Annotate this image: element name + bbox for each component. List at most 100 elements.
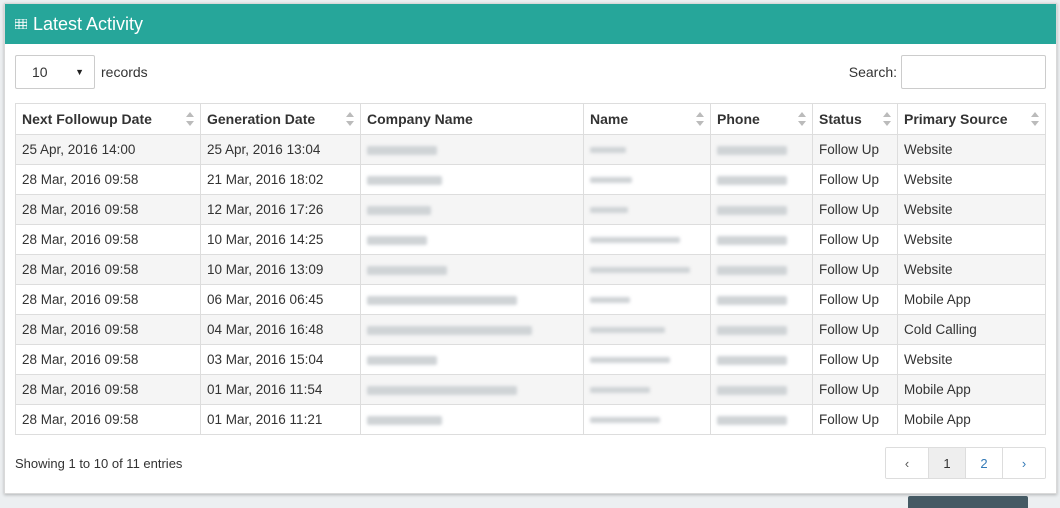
bottom-toolbar-edge bbox=[908, 496, 1028, 508]
pagination-previous-button[interactable]: ‹ bbox=[886, 448, 928, 478]
table-row[interactable]: 28 Mar, 2016 09:58 06 Mar, 2016 06:45 Fo… bbox=[15, 284, 1046, 315]
generation-date-cell: 21 Mar, 2016 18:02 bbox=[200, 164, 361, 195]
column-header-name[interactable]: Name bbox=[583, 103, 711, 135]
phone-cell-redacted bbox=[710, 404, 813, 435]
phone-cell-redacted bbox=[710, 194, 813, 225]
company-name-cell-redacted bbox=[360, 314, 584, 345]
next-followup-cell: 28 Mar, 2016 09:58 bbox=[15, 224, 201, 255]
primary-source-cell: Mobile App bbox=[897, 284, 1046, 315]
name-cell-redacted bbox=[583, 404, 711, 435]
table-row[interactable]: 28 Mar, 2016 09:58 04 Mar, 2016 16:48 Fo… bbox=[15, 314, 1046, 345]
search-control: Search: bbox=[849, 55, 1046, 89]
sort-icon bbox=[186, 112, 194, 126]
status-cell: Follow Up bbox=[812, 314, 898, 345]
search-input[interactable] bbox=[901, 55, 1046, 89]
name-cell-redacted bbox=[583, 164, 711, 195]
pagination-page-2[interactable]: 2 bbox=[965, 448, 1002, 478]
name-cell-redacted bbox=[583, 224, 711, 255]
sort-icon bbox=[696, 112, 704, 126]
name-cell-redacted bbox=[583, 284, 711, 315]
records-label: records bbox=[101, 64, 148, 80]
generation-date-cell: 25 Apr, 2016 13:04 bbox=[200, 134, 361, 165]
table-row[interactable]: 28 Mar, 2016 09:58 10 Mar, 2016 14:25 Fo… bbox=[15, 224, 1046, 255]
company-name-cell-redacted bbox=[360, 134, 584, 165]
entries-info: Showing 1 to 10 of 11 entries bbox=[15, 455, 183, 471]
column-header-label: Generation Date bbox=[207, 111, 316, 127]
primary-source-cell: Website bbox=[897, 194, 1046, 225]
column-header-label: Primary Source bbox=[904, 111, 1008, 127]
company-name-cell-redacted bbox=[360, 254, 584, 285]
column-header-label: Status bbox=[819, 111, 862, 127]
primary-source-cell: Cold Calling bbox=[897, 314, 1046, 345]
column-header-status[interactable]: Status bbox=[812, 103, 898, 135]
next-followup-cell: 28 Mar, 2016 09:58 bbox=[15, 284, 201, 315]
phone-cell-redacted bbox=[710, 284, 813, 315]
company-name-cell-redacted bbox=[360, 164, 584, 195]
phone-cell-redacted bbox=[710, 254, 813, 285]
panel-title: Latest Activity bbox=[33, 13, 144, 34]
table-row[interactable]: 28 Mar, 2016 09:58 21 Mar, 2016 18:02 Fo… bbox=[15, 164, 1046, 195]
phone-cell-redacted bbox=[710, 164, 813, 195]
generation-date-cell: 04 Mar, 2016 16:48 bbox=[200, 314, 361, 345]
latest-activity-panel: Latest Activity 10 ▼ records Search: Nex… bbox=[4, 3, 1057, 494]
column-header-label: Next Followup Date bbox=[22, 111, 152, 127]
next-followup-cell: 28 Mar, 2016 09:58 bbox=[15, 404, 201, 435]
pagination: ‹ 1 2 › bbox=[885, 447, 1046, 479]
column-header-company-name[interactable]: Company Name bbox=[360, 103, 584, 135]
phone-cell-redacted bbox=[710, 344, 813, 375]
primary-source-cell: Website bbox=[897, 254, 1046, 285]
table-header-row: Next Followup Date Generation Date Compa… bbox=[15, 103, 1046, 135]
column-header-generation-date[interactable]: Generation Date bbox=[200, 103, 361, 135]
pagination-next-button[interactable]: › bbox=[1002, 448, 1045, 478]
next-followup-cell: 28 Mar, 2016 09:58 bbox=[15, 314, 201, 345]
column-header-primary-source[interactable]: Primary Source bbox=[897, 103, 1046, 135]
sort-icon bbox=[798, 112, 806, 126]
primary-source-cell: Website bbox=[897, 344, 1046, 375]
primary-source-cell: Mobile App bbox=[897, 404, 1046, 435]
primary-source-cell: Website bbox=[897, 224, 1046, 255]
status-cell: Follow Up bbox=[812, 164, 898, 195]
table-footer: Showing 1 to 10 of 11 entries ‹ 1 2 › bbox=[15, 446, 1046, 480]
company-name-cell-redacted bbox=[360, 284, 584, 315]
search-label: Search: bbox=[848, 64, 897, 80]
next-followup-cell: 28 Mar, 2016 09:58 bbox=[15, 374, 201, 405]
table-row[interactable]: 28 Mar, 2016 09:58 10 Mar, 2016 13:09 Fo… bbox=[15, 254, 1046, 285]
table-row[interactable]: 28 Mar, 2016 09:58 01 Mar, 2016 11:21 Fo… bbox=[15, 404, 1046, 435]
name-cell-redacted bbox=[583, 134, 711, 165]
table-row[interactable]: 28 Mar, 2016 09:58 12 Mar, 2016 17:26 Fo… bbox=[15, 194, 1046, 225]
column-header-label: Company Name bbox=[367, 111, 473, 127]
generation-date-cell: 10 Mar, 2016 14:25 bbox=[200, 224, 361, 255]
column-header-next-followup-date[interactable]: Next Followup Date bbox=[15, 103, 201, 135]
table-row[interactable]: 25 Apr, 2016 14:00 25 Apr, 2016 13:04 Fo… bbox=[15, 134, 1046, 165]
column-header-phone[interactable]: Phone bbox=[710, 103, 813, 135]
activity-table: Next Followup Date Generation Date Compa… bbox=[15, 103, 1046, 435]
table-row[interactable]: 28 Mar, 2016 09:58 01 Mar, 2016 11:54 Fo… bbox=[15, 374, 1046, 405]
next-followup-cell: 28 Mar, 2016 09:58 bbox=[15, 254, 201, 285]
length-control: 10 ▼ records bbox=[15, 55, 148, 89]
company-name-cell-redacted bbox=[360, 374, 584, 405]
phone-cell-redacted bbox=[710, 374, 813, 405]
records-per-page-select[interactable]: 10 ▼ bbox=[15, 55, 95, 89]
company-name-cell-redacted bbox=[360, 404, 584, 435]
company-name-cell-redacted bbox=[360, 194, 584, 225]
generation-date-cell: 12 Mar, 2016 17:26 bbox=[200, 194, 361, 225]
generation-date-cell: 06 Mar, 2016 06:45 bbox=[200, 284, 361, 315]
name-cell-redacted bbox=[583, 314, 711, 345]
table-row[interactable]: 28 Mar, 2016 09:58 03 Mar, 2016 15:04 Fo… bbox=[15, 344, 1046, 375]
next-followup-cell: 25 Apr, 2016 14:00 bbox=[15, 134, 201, 165]
name-cell-redacted bbox=[583, 194, 711, 225]
status-cell: Follow Up bbox=[812, 254, 898, 285]
name-cell-redacted bbox=[583, 344, 711, 375]
primary-source-cell: Website bbox=[897, 164, 1046, 195]
company-name-cell-redacted bbox=[360, 224, 584, 255]
name-cell-redacted bbox=[583, 374, 711, 405]
next-followup-cell: 28 Mar, 2016 09:58 bbox=[15, 344, 201, 375]
next-followup-cell: 28 Mar, 2016 09:58 bbox=[15, 164, 201, 195]
sort-icon bbox=[1031, 112, 1039, 126]
table-controls: 10 ▼ records Search: bbox=[15, 54, 1046, 90]
company-name-cell-redacted bbox=[360, 344, 584, 375]
status-cell: Follow Up bbox=[812, 134, 898, 165]
pagination-page-1[interactable]: 1 bbox=[928, 448, 965, 478]
status-cell: Follow Up bbox=[812, 284, 898, 315]
primary-source-cell: Mobile App bbox=[897, 374, 1046, 405]
